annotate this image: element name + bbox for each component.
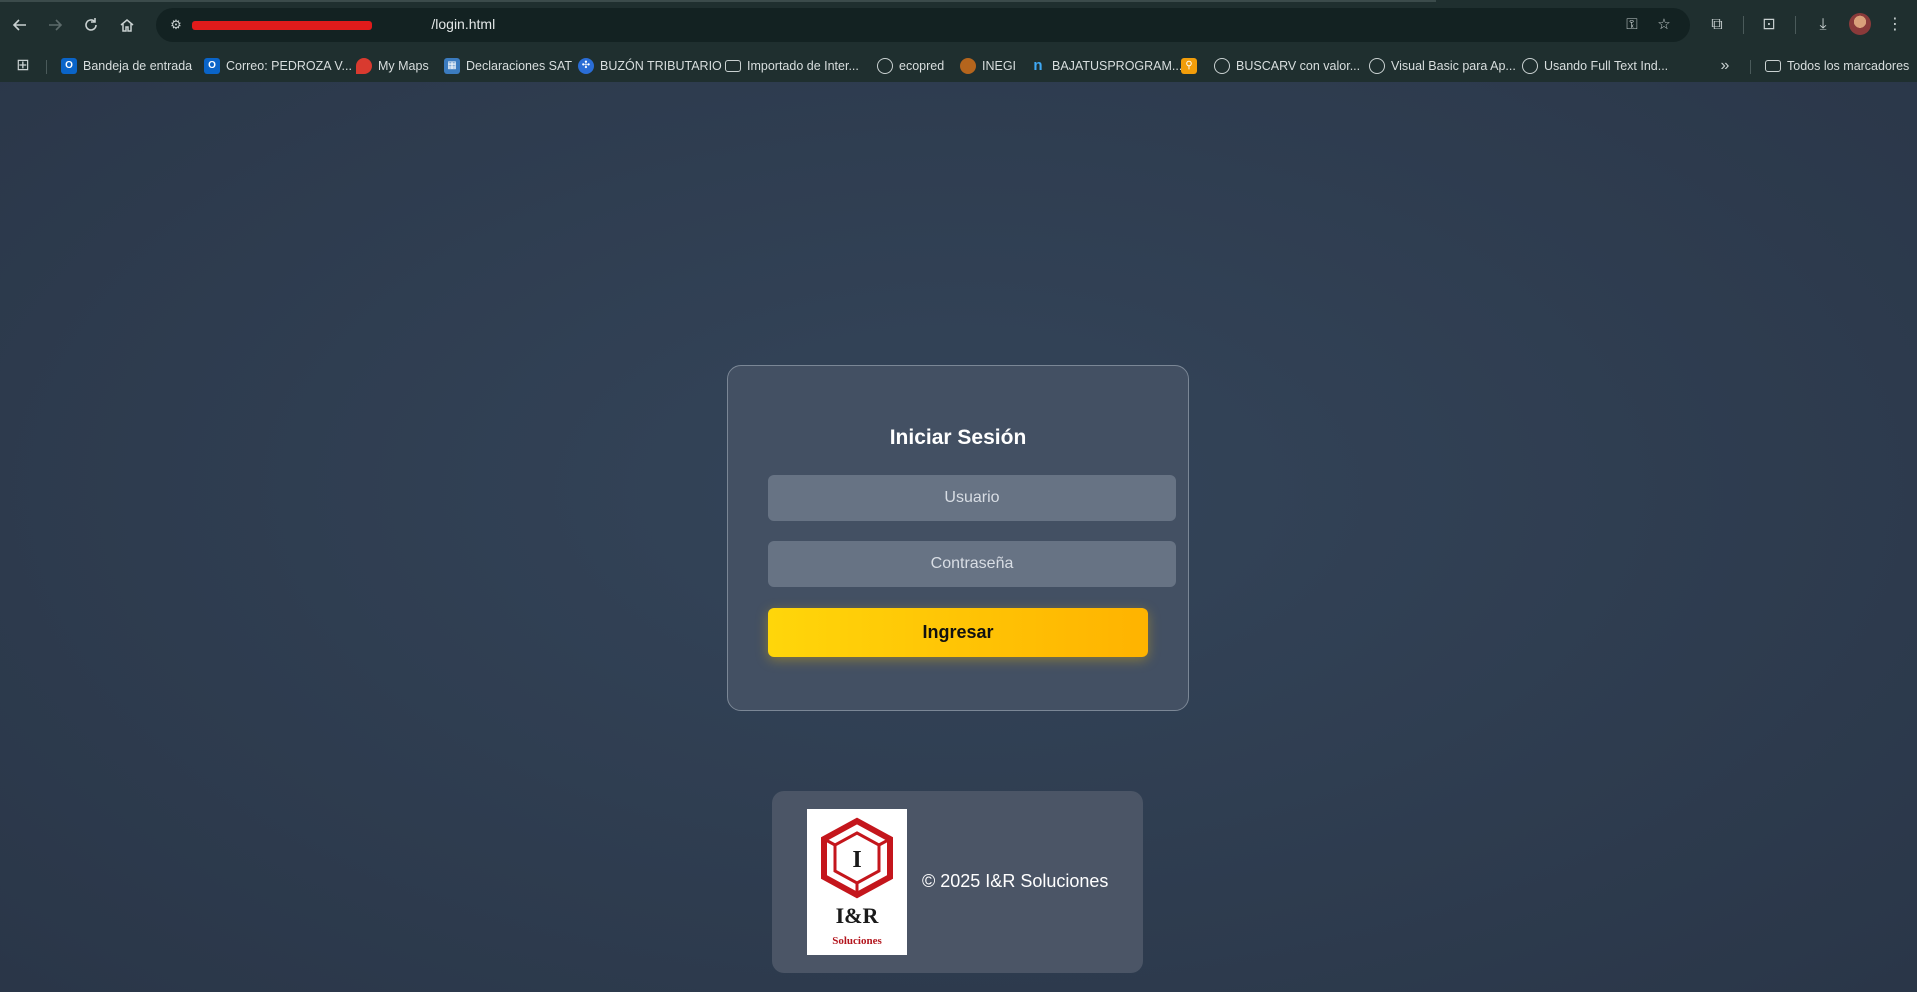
site-settings-icon[interactable]: ⚙ [168,17,184,33]
n-icon: n [1033,57,1043,74]
bookmark-full-text[interactable]: Usando Full Text Ind... [1522,54,1668,78]
download-icon[interactable]: ⤓ [1810,12,1836,38]
arrow-right-icon [49,19,63,31]
reload-icon [85,18,97,31]
bookmarks-bar: ⊞ O Bandeja de entrada O Correo: PEDROZA… [0,50,1917,82]
bookmark-correo[interactable]: O Correo: PEDROZA V... [204,54,352,78]
bookmark-declaraciones-sat[interactable]: ▦ Declaraciones SAT [444,54,572,78]
password-key-icon[interactable]: ⚿ [1622,15,1642,35]
folder-icon [725,60,741,72]
bookmark-buzon-tributario[interactable]: ✣ BUZÓN TRIBUTARIO [578,54,722,78]
copyright-text: © 2025 I&R Soluciones [922,871,1109,891]
bookmarks-divider [1750,60,1751,74]
outlook-icon: O [204,58,220,74]
maps-pin-icon [356,58,372,74]
more-menu-icon[interactable]: ⋮ [1882,12,1908,38]
globe-icon [877,58,893,74]
logo-wordmark: I&R [835,903,879,928]
bookmark-buscarv[interactable]: BUSCARV con valor... [1214,54,1360,78]
login-page: Iniciar Sesión Ingresar I I&R Soluciones… [0,82,1917,992]
extensions-icon[interactable]: ⧉ [1704,12,1730,38]
address-bar[interactable]: ⚙ hhhhhhhhhhhhhhhhhhhhhhhhhhhhhhh/login.… [156,8,1690,42]
footer: I I&R Soluciones © 2025 I&R Soluciones [772,791,1143,973]
magnifier-icon: ⚲ [1181,58,1197,74]
arrow-left-icon [12,19,26,31]
globe-icon [1214,58,1230,74]
sat-icon: ▦ [444,58,460,74]
page-load-progress [0,0,1436,2]
bookmark-search[interactable]: ⚲ [1181,54,1197,78]
bookmark-importado[interactable]: Importado de Inter... [725,54,859,78]
globe-icon [1522,58,1538,74]
inegi-icon [960,58,976,74]
browser-chrome: ⚙ hhhhhhhhhhhhhhhhhhhhhhhhhhhhhhh/login.… [0,0,1917,82]
toolbar-divider [1743,16,1744,34]
home-button[interactable] [112,10,142,40]
star-icon[interactable]: ☆ [1654,15,1674,35]
bookmark-bandeja[interactable]: O Bandeja de entrada [61,54,192,78]
logo-subtitle: Soluciones [832,935,882,947]
bookmarks-divider [46,60,47,74]
apps-grid-icon[interactable]: ⊞ [10,53,36,79]
redaction-mark [192,21,372,30]
toolbar-divider [1795,16,1796,34]
outlook-icon: O [61,58,77,74]
login-title: Iniciar Sesión [889,426,1027,449]
bookmark-visual-basic[interactable]: Visual Basic para Ap... [1369,54,1516,78]
password-input[interactable] [768,541,1176,587]
all-bookmarks[interactable]: Todos los marcadores [1765,54,1909,78]
forward-button[interactable] [40,10,70,40]
reload-button[interactable] [76,10,106,40]
username-input[interactable] [768,475,1176,521]
hexagon-logo-icon: I [821,817,893,899]
login-button[interactable]: Ingresar [768,608,1148,657]
back-button[interactable] [5,10,35,40]
svg-text:I: I [852,847,861,873]
profile-avatar[interactable] [1849,13,1871,35]
login-card: Iniciar Sesión Ingresar [727,365,1189,711]
chevron-double-right-icon[interactable]: » [1712,53,1738,79]
folder-icon [1765,60,1781,72]
bookmark-inegi[interactable]: INEGI [960,54,1016,78]
globe-icon [1369,58,1385,74]
tab-search-icon[interactable]: ⊡ [1756,12,1782,38]
bookmark-my-maps[interactable]: My Maps [356,54,429,78]
home-icon [120,19,134,32]
buzon-icon: ✣ [578,58,594,74]
bookmark-bajatusprogram[interactable]: n BAJATUSPROGRAM... [1030,54,1182,78]
browser-toolbar: ⚙ hhhhhhhhhhhhhhhhhhhhhhhhhhhhhhh/login.… [0,0,1917,50]
company-logo: I I&R Soluciones [807,809,907,955]
bookmark-ecopred[interactable]: ecopred [877,54,944,78]
